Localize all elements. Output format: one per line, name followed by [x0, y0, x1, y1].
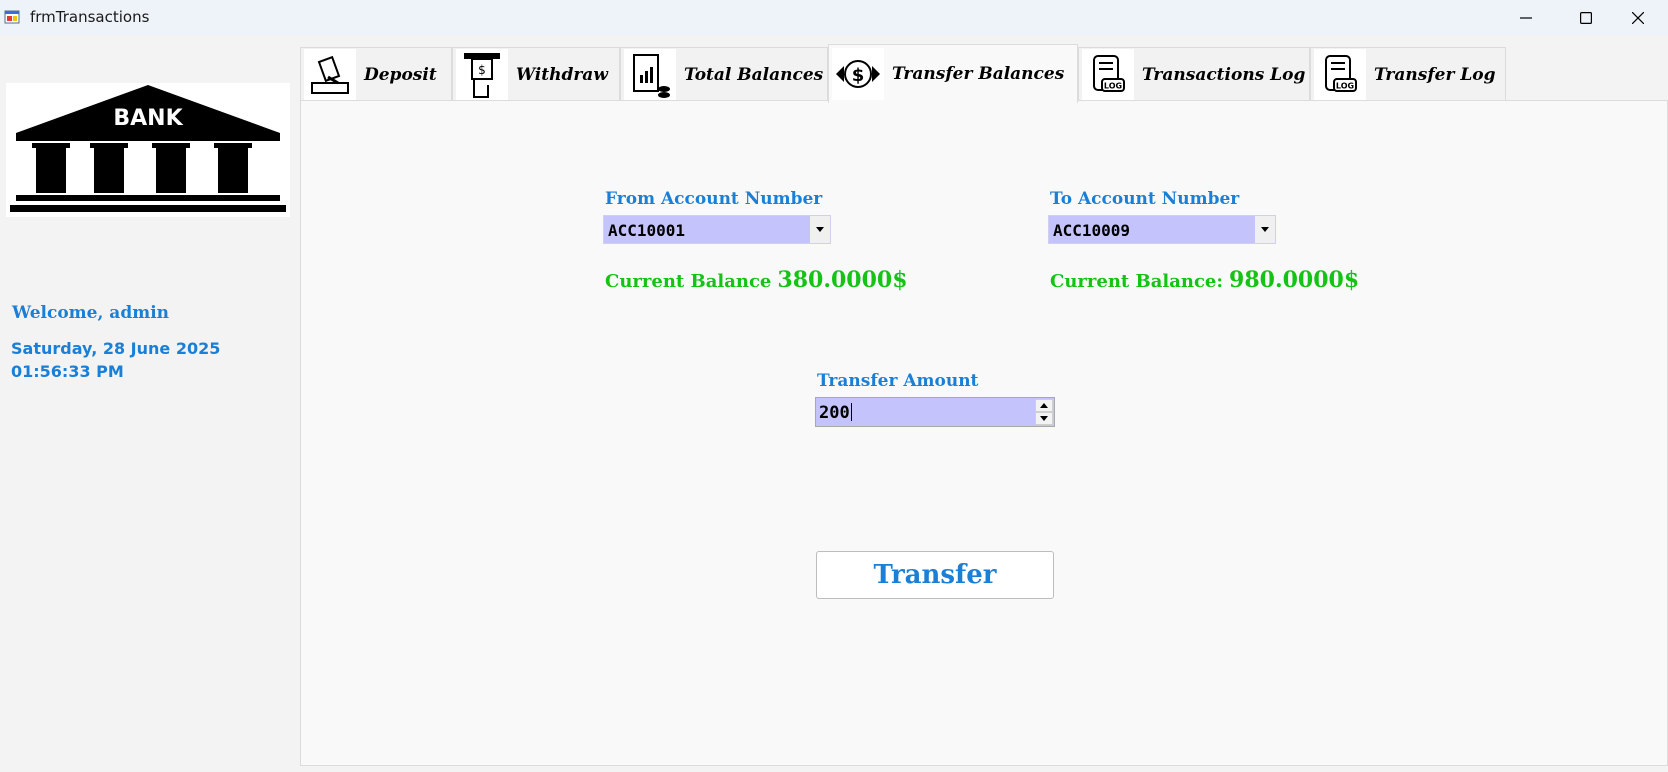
transfer-button[interactable]: Transfer — [816, 551, 1054, 599]
log-document-icon: LOG — [1314, 48, 1366, 101]
from-balance-value: 380.0000$ — [777, 267, 908, 293]
transfer-amount-value: 200 — [819, 403, 852, 423]
tab-transactions-log[interactable]: LOG Transactions Log — [1078, 47, 1310, 101]
close-icon — [1632, 11, 1644, 24]
report-chart-icon — [624, 48, 676, 101]
to-balance: Current Balance: 980.0000$ — [1050, 267, 1359, 293]
tab-transfer-balances[interactable]: $ Transfer Balances — [828, 44, 1078, 103]
tab-total-balances[interactable]: Total Balances — [620, 47, 828, 101]
to-account-combo[interactable]: ACC10009 — [1048, 215, 1276, 244]
minimize-icon — [1520, 16, 1532, 19]
spin-down-icon[interactable] — [1035, 412, 1053, 425]
transfer-amount-input[interactable]: 200 — [815, 397, 1055, 427]
svg-text:LOG: LOG — [1336, 81, 1354, 90]
tab-label: Deposit — [364, 64, 437, 85]
to-balance-label: Current Balance: — [1050, 271, 1224, 292]
current-time: 01:56:33 PM — [11, 362, 124, 381]
transfer-panel: From Account Number ACC10001 Current Bal… — [300, 100, 1668, 766]
deposit-icon — [304, 48, 356, 101]
atm-withdraw-icon: $ — [456, 48, 508, 101]
tab-withdraw[interactable]: $ Withdraw — [452, 47, 620, 101]
to-account-label: To Account Number — [1050, 189, 1240, 209]
tab-label: Transfer Log — [1374, 64, 1496, 85]
current-date: Saturday, 28 June 2025 — [11, 339, 221, 358]
minimize-button[interactable] — [1498, 0, 1554, 35]
from-balance-label: Current Balance — [605, 271, 772, 292]
title-bar: frmTransactions — [0, 0, 1668, 35]
tab-label: Total Balances — [684, 64, 824, 85]
from-account-combo[interactable]: ACC10001 — [603, 215, 831, 244]
spin-up-icon[interactable] — [1035, 399, 1053, 412]
bank-logo-text: BANK — [113, 106, 183, 131]
welcome-text: Welcome, admin — [12, 303, 170, 323]
transfer-amount-label: Transfer Amount — [817, 371, 979, 391]
from-balance: Current Balance 380.0000$ — [605, 267, 908, 293]
to-account-value: ACC10009 — [1053, 221, 1131, 240]
app-form-icon — [4, 10, 20, 24]
to-balance-value: 980.0000$ — [1229, 267, 1360, 293]
from-account-label: From Account Number — [605, 189, 823, 209]
tab-label: Transactions Log — [1142, 64, 1306, 85]
sidebar: BANK Welcome, admin Saturday, 28 June 20… — [0, 35, 300, 772]
close-button[interactable] — [1610, 0, 1666, 35]
maximize-icon — [1580, 11, 1592, 24]
bank-logo: BANK — [6, 83, 290, 217]
window-title: frmTransactions — [30, 8, 150, 26]
tab-transfer-log[interactable]: LOG Transfer Log — [1310, 47, 1506, 101]
tab-label: Transfer Balances — [892, 64, 1065, 84]
svg-text:$: $ — [478, 63, 486, 77]
tab-label: Withdraw — [516, 64, 608, 85]
svg-text:$: $ — [852, 65, 865, 86]
from-account-value: ACC10001 — [608, 221, 686, 240]
dropdown-arrow-icon[interactable] — [1255, 216, 1275, 243]
dollar-transfer-icon: $ — [832, 48, 884, 100]
svg-text:LOG: LOG — [1104, 81, 1122, 90]
dropdown-arrow-icon[interactable] — [810, 216, 830, 243]
log-document-icon: LOG — [1082, 48, 1134, 101]
tab-deposit[interactable]: Deposit — [300, 47, 452, 101]
maximize-button[interactable] — [1558, 0, 1614, 35]
